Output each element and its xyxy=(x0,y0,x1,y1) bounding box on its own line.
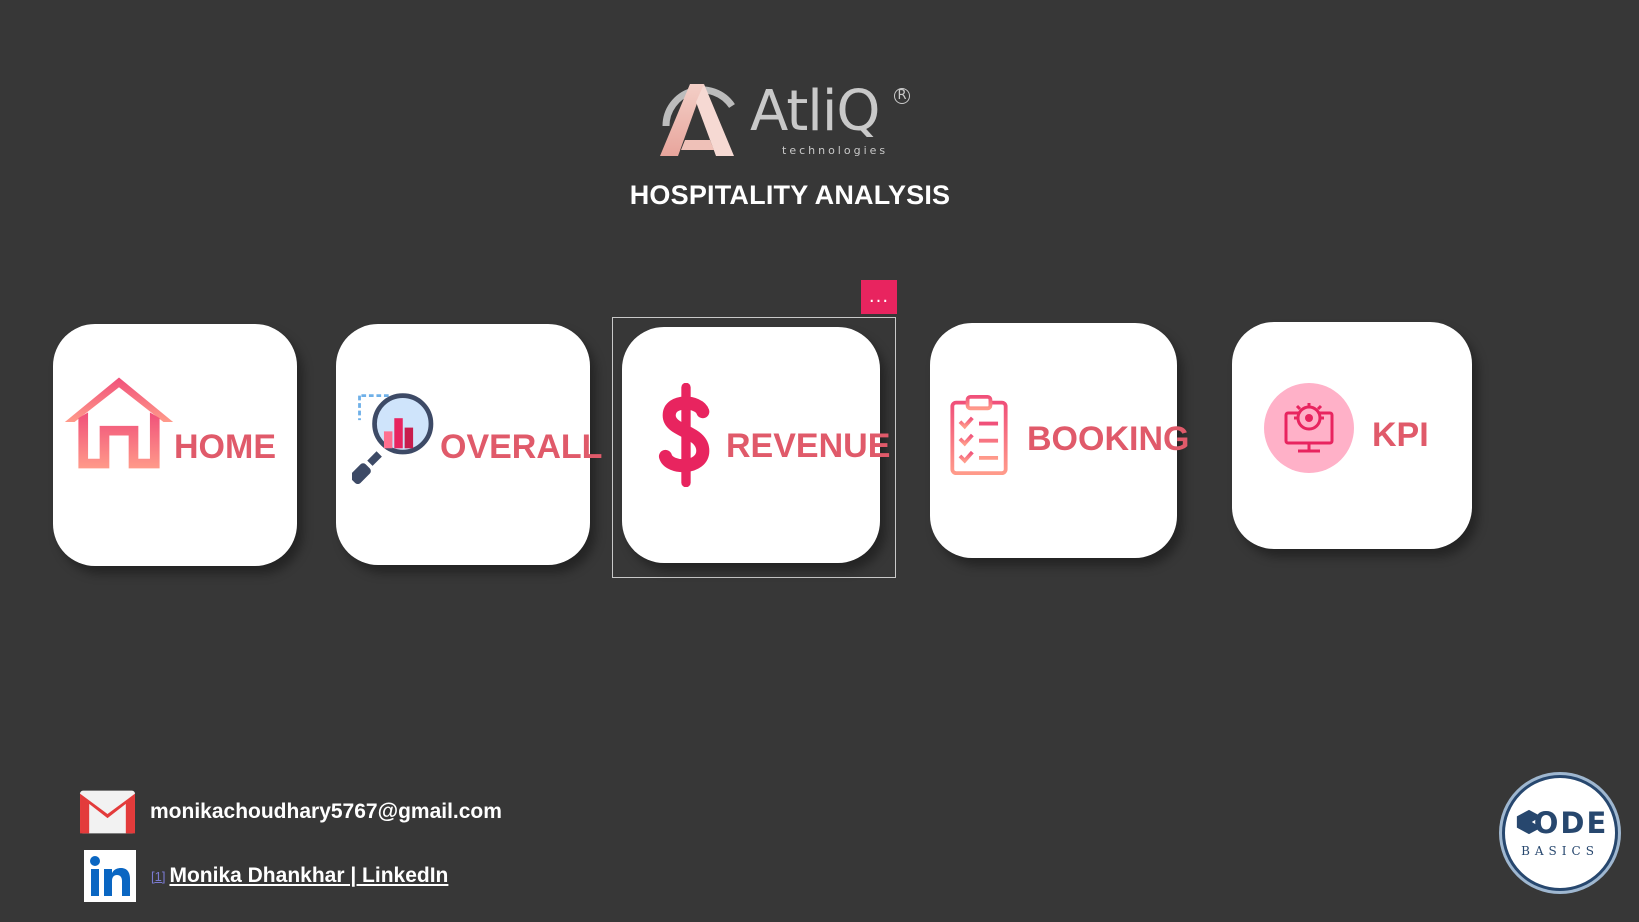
nav-card-kpi-label: KPI xyxy=(1372,416,1429,454)
atliq-wordmark: AtliQ xyxy=(750,79,880,144)
atliq-logo-mark-icon xyxy=(660,84,735,156)
nav-card-revenue[interactable]: REVENUE xyxy=(622,327,890,563)
atliq-tagline: technologies xyxy=(782,144,889,157)
linkedin-row: [1] Monika Dhankhar | LinkedIn xyxy=(84,850,448,902)
linkedin-link-index[interactable]: [1] xyxy=(151,869,165,884)
codebasics-sub-text: BASICS xyxy=(1521,844,1599,858)
linkedin-icon xyxy=(84,850,136,902)
monitor-gear-icon xyxy=(1264,383,1354,473)
dollar-icon xyxy=(658,383,710,487)
house-icon xyxy=(64,377,174,469)
magnifier-chart-icon xyxy=(352,393,434,484)
nav-card-home[interactable]: HOME xyxy=(53,324,297,566)
nav-card-home-label: HOME xyxy=(174,428,276,466)
nav-card-booking[interactable]: BOOKING xyxy=(930,323,1189,558)
nav-card-revenue-label: REVENUE xyxy=(726,427,891,465)
nav-card-overall[interactable]: OVERALL xyxy=(336,324,602,565)
email-text[interactable]: monikachoudhary5767@gmail.com xyxy=(150,800,502,824)
codebasics-logo: ODE BASICS xyxy=(1502,775,1618,891)
nav-card-overall-label: OVERALL xyxy=(440,428,603,466)
codebasics-main-text: ODE xyxy=(1533,806,1609,840)
gmail-icon xyxy=(80,790,135,834)
page-title: HOSPITALITY ANALYSIS xyxy=(629,180,951,210)
nav-card-kpi[interactable]: KPI xyxy=(1232,322,1472,549)
atliq-logo: AtliQ R technologies xyxy=(652,68,912,160)
email-row: monikachoudhary5767@gmail.com xyxy=(79,789,502,835)
clipboard-checklist-icon xyxy=(950,395,1008,475)
linkedin-link[interactable]: Monika Dhankhar | LinkedIn xyxy=(169,864,448,888)
more-options-button[interactable]: ... xyxy=(861,280,897,314)
registered-mark: R xyxy=(894,88,910,104)
nav-card-booking-label: BOOKING xyxy=(1027,420,1190,458)
